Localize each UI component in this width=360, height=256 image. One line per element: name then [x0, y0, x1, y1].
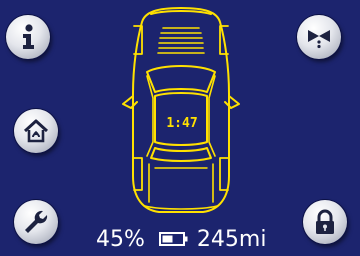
- info-button[interactable]: [6, 15, 50, 59]
- charge-percent-label: 45%: [96, 226, 145, 252]
- home-button[interactable]: [14, 109, 58, 153]
- fan-button[interactable]: [297, 15, 341, 59]
- wrench-icon: [25, 210, 48, 233]
- right-mirror: [224, 95, 240, 109]
- fan-icon: [308, 30, 330, 49]
- car-outline-image: [122, 7, 240, 213]
- left-mirror: [122, 95, 138, 109]
- lock-icon: [316, 209, 334, 234]
- windshield: [146, 65, 216, 93]
- battery-icon: [158, 232, 188, 246]
- hood-vents: [157, 27, 205, 54]
- range-label: 245mi: [196, 226, 267, 252]
- car-timer-label: 1:47: [166, 116, 198, 131]
- info-icon: [23, 24, 34, 49]
- rear-window: [150, 147, 212, 162]
- lock-button[interactable]: [303, 200, 347, 244]
- home-icon: [23, 119, 49, 143]
- status-bar: 45% 245mi: [96, 222, 296, 256]
- rear-right-wheel: [219, 157, 229, 191]
- settings-wrench-button[interactable]: [14, 200, 58, 244]
- car-dashboard-screen: 1:47 45% 245mi: [0, 0, 360, 256]
- rear-left-wheel: [133, 157, 143, 191]
